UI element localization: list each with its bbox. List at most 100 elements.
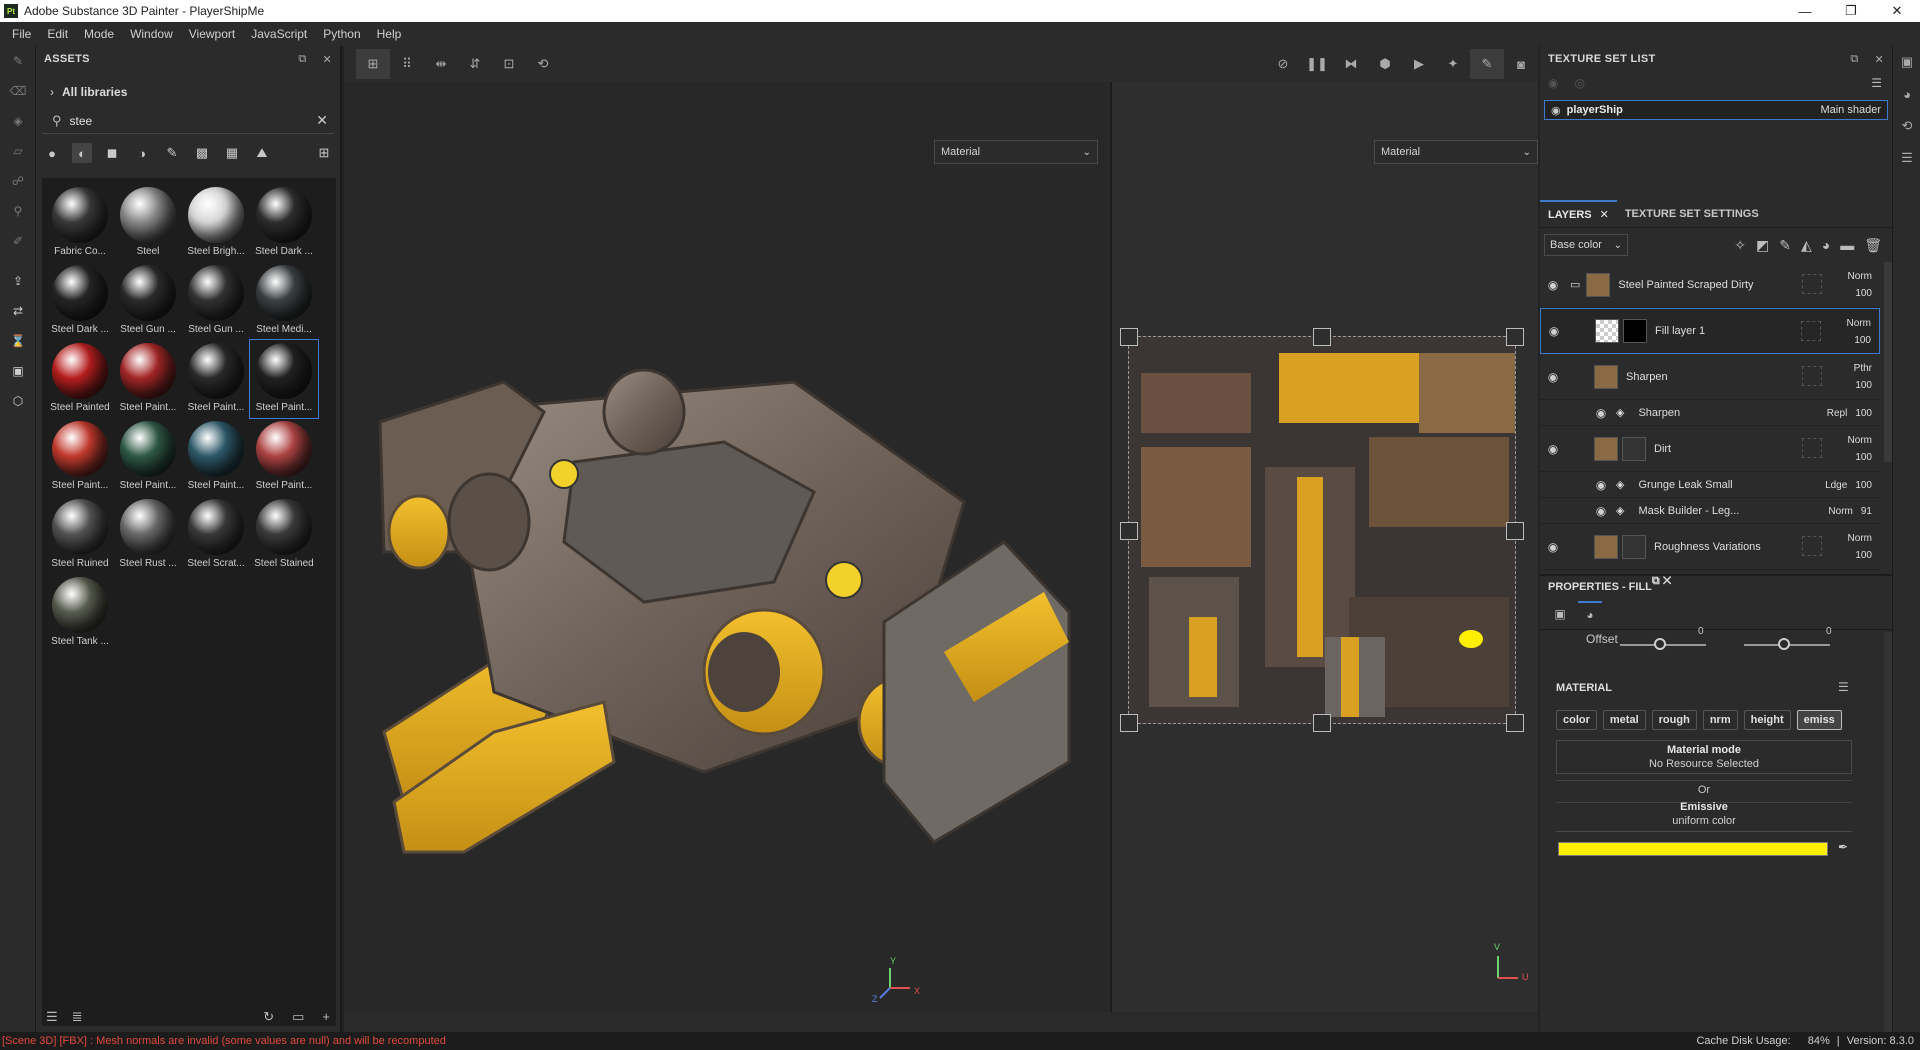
filter-environments-icon[interactable]: ⛰ (252, 143, 272, 163)
eye-icon[interactable]: ◉ (1542, 442, 1564, 456)
menu-window[interactable]: Window (122, 27, 181, 41)
shader-name[interactable]: Main shader (1820, 104, 1881, 116)
eye-icon[interactable]: ◉ (1590, 478, 1612, 492)
channel-toggle-color[interactable]: color (1556, 710, 1597, 730)
library-icon[interactable]: ⬡ (0, 386, 36, 416)
mirror-x-icon[interactable]: ⇹ (424, 49, 458, 79)
eye-icon[interactable]: ◉ (1590, 406, 1612, 420)
tab-layers[interactable]: LAYERS ✕ (1540, 199, 1617, 228)
add-fill-layer-icon[interactable]: ◭ (1801, 237, 1812, 254)
fit-view-icon[interactable]: ⊡ (492, 49, 526, 79)
opacity-value[interactable]: 100 (1855, 380, 1872, 391)
offset-u-knob[interactable] (1654, 638, 1666, 650)
menu-edit[interactable]: Edit (39, 27, 76, 41)
layer-row[interactable]: ◉ Fill layer 1 Norm 100 (1540, 308, 1880, 354)
clear-search-icon[interactable]: ✕ (316, 112, 328, 129)
asset-tile[interactable]: Steel Gun ... (182, 262, 250, 340)
asset-tile[interactable]: Steel Paint... (250, 418, 318, 496)
blend-controls[interactable]: Repl 100 (1827, 405, 1872, 422)
projection-icon[interactable]: ◈ (0, 106, 36, 136)
texture-set-row[interactable]: ◉ playerShip Main shader (1544, 100, 1888, 120)
filter-smart-materials-icon[interactable]: ◐ (72, 143, 92, 163)
tab-texture-set-settings[interactable]: TEXTURE SET SETTINGS (1617, 200, 1767, 228)
undock-icon[interactable]: ⧉ (298, 53, 306, 66)
asset-search-input[interactable]: ⚲ stee ✕ (42, 108, 334, 134)
bake-icon[interactable]: ⇄ (0, 296, 36, 326)
channel-toggle-rough[interactable]: rough (1651, 710, 1697, 730)
history-icon[interactable]: ⟲ (526, 49, 560, 79)
transform-handle[interactable] (1120, 522, 1138, 540)
layer-row[interactable]: ◉ Dirt Norm 100 (1540, 426, 1880, 472)
asset-tile[interactable]: Fabric Co... (46, 184, 114, 262)
effect-row[interactable]: ◉ ◈ Mask Builder - Leg... Norm 91 (1540, 498, 1880, 524)
eye-icon[interactable]: ◉ (1542, 278, 1564, 292)
asset-tile[interactable]: Steel Paint... (46, 418, 114, 496)
view-grid-icon[interactable]: ⊞ (314, 143, 334, 163)
close-panel-icon[interactable]: ✕ (1874, 53, 1884, 66)
filter-textures-icon[interactable]: ▦ (222, 143, 242, 163)
clone-stamp-icon[interactable]: ⚲ (0, 196, 36, 226)
effect-row[interactable]: ◉ ◈ Grunge Leak Small Ldge 100 (1540, 472, 1880, 498)
geometry-mask-slot[interactable] (1802, 366, 1822, 386)
menu-mode[interactable]: Mode (76, 27, 122, 41)
material-settings-icon[interactable]: ◕ (1578, 600, 1602, 627)
asset-tile[interactable]: Steel Paint... (182, 340, 250, 418)
menu-help[interactable]: Help (369, 27, 410, 41)
brush-mode-icon[interactable]: ✎ (1470, 49, 1504, 79)
shader-settings-icon[interactable]: ◕ (1893, 78, 1920, 110)
viewport-2d-mode-select[interactable]: Material ⌄ (1374, 140, 1538, 164)
close-panel-icon[interactable]: ✕ (322, 53, 332, 66)
blend-mode[interactable]: Norm (1828, 506, 1852, 517)
library-breadcrumb[interactable]: › All libraries (36, 80, 340, 104)
blend-controls[interactable]: Norm 100 (1848, 530, 1872, 564)
undock-icon[interactable]: ⧉ (1850, 53, 1858, 66)
channel-toggle-height[interactable]: height (1743, 710, 1791, 730)
eye-icon[interactable]: ◉ (1590, 504, 1612, 518)
minimize-icon[interactable]: — (1782, 0, 1828, 22)
filter-materials-icon[interactable]: ● (42, 143, 62, 163)
emissive-color-swatch[interactable] (1558, 842, 1828, 856)
geometry-mask-slot[interactable] (1802, 536, 1822, 556)
asset-tile[interactable]: Steel Paint... (249, 339, 319, 419)
refresh-icon[interactable]: ↻ (263, 1009, 274, 1025)
mirror-y-icon[interactable]: ⇵ (458, 49, 492, 79)
add-mask-icon[interactable]: ◩ (1756, 237, 1769, 254)
opacity-value[interactable]: 100 (1855, 480, 1872, 491)
asset-tile[interactable]: Steel Gun ... (114, 262, 182, 340)
add-paint-layer-icon[interactable]: ✎ (1779, 237, 1791, 254)
add-icon[interactable]: + (322, 1009, 330, 1025)
blend-controls[interactable]: Ldge 100 (1825, 477, 1872, 494)
transform-handle[interactable] (1506, 328, 1524, 346)
add-smart-material-icon[interactable]: ◕ (1822, 237, 1830, 254)
menu-viewport[interactable]: Viewport (181, 27, 243, 41)
asset-tile[interactable]: Steel Painted (46, 340, 114, 418)
close-panel-icon[interactable]: ✕ (1663, 575, 1671, 587)
filter-procedurals-icon[interactable]: ▩ (192, 143, 212, 163)
geometry-mask-slot[interactable] (1802, 438, 1822, 458)
delete-layer-icon[interactable]: 🗑 (1864, 237, 1882, 254)
blend-controls[interactable]: Norm 100 (1847, 315, 1871, 349)
blend-controls[interactable]: Pthr 100 (1854, 360, 1872, 394)
layer-thumbnail[interactable] (1586, 272, 1611, 297)
paint-brush-icon[interactable]: ✎ (0, 46, 36, 76)
screenshot-icon[interactable]: ◙ (1504, 49, 1538, 79)
geometry-mask-slot[interactable] (1801, 321, 1821, 341)
blend-mode[interactable]: Pthr (1854, 363, 1872, 374)
visibility-icon[interactable]: ◉ (1548, 76, 1558, 90)
display-settings-icon[interactable]: ▣ (1893, 46, 1920, 78)
asset-tile[interactable]: Steel Dark ... (46, 262, 114, 340)
mask-thumbnail[interactable] (1623, 319, 1647, 343)
asset-tile[interactable]: Steel Scrat... (182, 496, 250, 574)
menu-icon[interactable]: ☰ (1871, 76, 1882, 90)
folder-icon[interactable]: ▭ (1570, 278, 1580, 291)
eye-icon[interactable]: ◉ (1542, 540, 1564, 554)
opacity-value[interactable]: 91 (1861, 506, 1872, 517)
smudge-icon[interactable]: ☍ (0, 166, 36, 196)
eye-icon[interactable]: ◉ (1551, 104, 1561, 117)
visibility-alt-icon[interactable]: ◎ (1574, 76, 1584, 90)
details-view-icon[interactable]: ≣ (72, 1009, 83, 1025)
opacity-value[interactable]: 100 (1855, 550, 1872, 561)
asset-tile[interactable]: Steel Paint... (114, 340, 182, 418)
offset-v-knob[interactable] (1778, 638, 1790, 650)
layer-scrollbar[interactable] (1884, 262, 1892, 462)
